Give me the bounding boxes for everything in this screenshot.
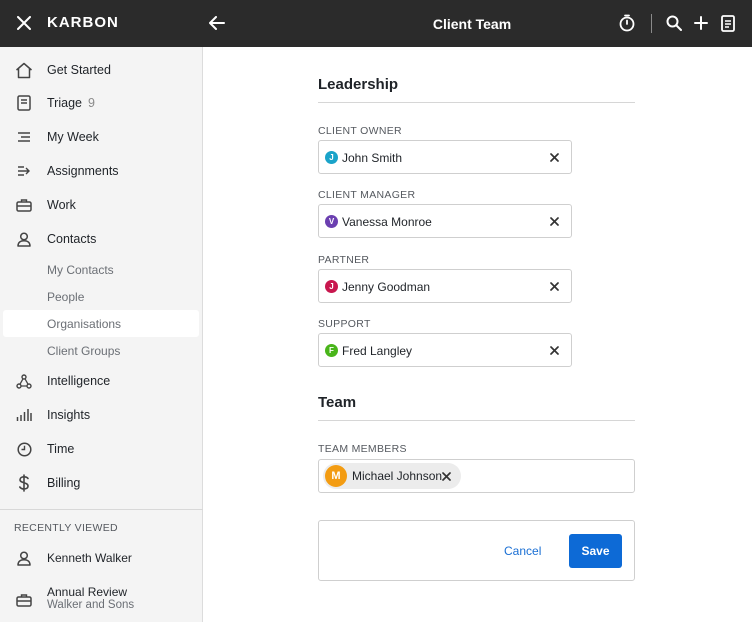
triage-icon [14, 93, 34, 113]
sidebar-item-label: Contacts [47, 232, 97, 246]
sidebar-item-label: Insights [47, 408, 91, 422]
recent-item-kenneth-walker[interactable]: Kenneth Walker [0, 545, 203, 571]
sidebar-item-label: Billing [47, 476, 81, 490]
recently-viewed-header: RECENTLY VIEWED [14, 522, 118, 534]
sidebar-item-label: Intelligence [47, 374, 111, 388]
sidebar: Get Started Triage 9 My Week Assignments … [0, 47, 203, 622]
sidebar-subitem-my-contacts[interactable]: My Contacts [3, 256, 199, 283]
briefcase-icon [14, 195, 34, 215]
sidebar-item-insights[interactable]: Insights [0, 400, 203, 430]
sidebar-subitem-people[interactable]: People [3, 283, 199, 310]
home-icon [14, 60, 34, 80]
sidebar-item-label: My Week [47, 130, 99, 144]
sidebar-item-label: Time [47, 442, 75, 456]
avatar: M [325, 465, 347, 487]
sidebar-item-label: Work [47, 198, 76, 212]
sidebar-item-label: Triage [47, 96, 82, 110]
remove-icon[interactable] [440, 470, 452, 482]
section-divider [318, 102, 635, 103]
support-name: Fred Langley [342, 344, 413, 358]
client-manager-label: CLIENT MANAGER [318, 189, 416, 201]
save-button[interactable]: Save [569, 534, 622, 568]
clock-icon [14, 439, 34, 459]
network-icon [14, 371, 34, 391]
sidebar-item-label: Assignments [47, 164, 119, 178]
bars-icon [14, 405, 34, 425]
close-icon[interactable] [14, 13, 34, 33]
top-bar: KARBON Client Team [0, 0, 752, 47]
team-member-chip[interactable]: M Michael Johnson [323, 463, 461, 489]
page-title: Client Team [432, 16, 512, 32]
avatar: V [325, 215, 338, 228]
sidebar-item-time[interactable]: Time [0, 434, 203, 464]
sidebar-item-my-week[interactable]: My Week [0, 122, 203, 152]
sidebar-item-assignments[interactable]: Assignments [0, 156, 203, 186]
form-actions: Cancel Save [318, 520, 635, 581]
remove-icon[interactable] [547, 150, 561, 164]
avatar: F [325, 344, 338, 357]
recent-item-title: Kenneth Walker [47, 551, 132, 565]
team-members-label: TEAM MEMBERS [318, 443, 407, 455]
sidebar-item-triage[interactable]: Triage 9 [0, 88, 203, 118]
support-field[interactable]: F Fred Langley [318, 333, 572, 367]
briefcase-icon [14, 590, 34, 610]
sidebar-item-label: Get Started [47, 63, 111, 77]
client-owner-label: CLIENT OWNER [318, 125, 402, 137]
team-members-field[interactable]: M Michael Johnson [318, 459, 635, 493]
partner-label: PARTNER [318, 254, 370, 266]
search-icon[interactable] [664, 13, 684, 33]
recent-item-annual-review[interactable]: Annual Review Walker and Sons [0, 580, 203, 616]
sidebar-divider [0, 509, 203, 510]
sidebar-item-intelligence[interactable]: Intelligence [0, 366, 203, 396]
list-icon [14, 127, 34, 147]
triage-count-badge: 9 [87, 96, 95, 110]
add-icon[interactable] [691, 13, 711, 33]
client-owner-name: John Smith [342, 151, 403, 165]
sidebar-item-get-started[interactable]: Get Started [0, 55, 203, 85]
dollar-icon [14, 473, 34, 493]
team-heading: Team [318, 394, 357, 411]
assign-icon [14, 161, 34, 181]
main-content: Leadership CLIENT OWNER J John Smith CLI… [204, 47, 752, 622]
remove-icon[interactable] [547, 279, 561, 293]
recent-item-title: Annual Review [47, 585, 128, 599]
client-manager-name: Vanessa Monroe [342, 215, 432, 229]
leadership-heading: Leadership [318, 76, 399, 93]
toolbar-divider [651, 14, 652, 33]
cancel-button[interactable]: Cancel [504, 544, 541, 558]
person-icon [14, 229, 34, 249]
sidebar-item-contacts[interactable]: Contacts [0, 224, 203, 254]
remove-icon[interactable] [547, 343, 561, 357]
timer-icon[interactable] [617, 13, 637, 33]
client-owner-field[interactable]: J John Smith [318, 140, 572, 174]
sidebar-subitem-client-groups[interactable]: Client Groups [3, 337, 199, 364]
avatar: J [325, 151, 338, 164]
avatar: J [325, 280, 338, 293]
remove-icon[interactable] [547, 214, 561, 228]
notes-icon[interactable] [718, 13, 738, 33]
sidebar-subitem-organisations[interactable]: Organisations [3, 310, 199, 337]
person-icon [14, 548, 34, 568]
partner-field[interactable]: J Jenny Goodman [318, 269, 572, 303]
client-manager-field[interactable]: V Vanessa Monroe [318, 204, 572, 238]
section-divider [318, 420, 635, 421]
recent-item-subtitle: Walker and Sons [47, 599, 135, 611]
team-member-name: Michael Johnson [352, 469, 443, 483]
sidebar-item-billing[interactable]: Billing [0, 468, 203, 498]
partner-name: Jenny Goodman [342, 280, 431, 294]
sidebar-item-work[interactable]: Work [0, 190, 203, 220]
support-label: SUPPORT [318, 318, 371, 330]
back-arrow-icon[interactable] [207, 13, 227, 33]
brand-logo[interactable]: KARBON [47, 14, 119, 31]
